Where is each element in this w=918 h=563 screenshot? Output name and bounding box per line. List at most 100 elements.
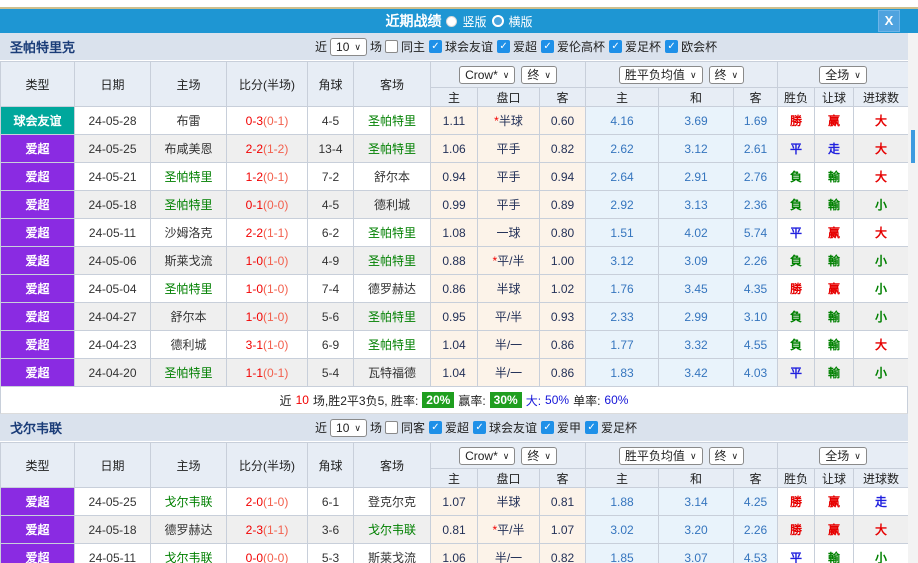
league-filter-checkbox[interactable]: ✓ (541, 40, 554, 53)
away-odds: 0.89 (540, 191, 586, 219)
odds-time-select[interactable]: 终∨ (521, 447, 557, 465)
chevron-down-icon: ∨ (544, 449, 551, 463)
section-header-team1: 圣帕特里克 近 10∨ 场 同主 ✓球会友谊✓爱超✓爱伦高杯✓爱足杯✓欧会杯 (0, 33, 918, 61)
away-team: 舒尔本 (354, 163, 431, 191)
scope-select[interactable]: 全场∨ (819, 447, 867, 465)
col-goals: 进球数 (854, 88, 909, 107)
col-handicap: 让球 (815, 469, 854, 488)
close-button[interactable]: X (878, 10, 900, 32)
col-mean-draw: 和 (659, 469, 734, 488)
wdl-mean-select[interactable]: 胜平负均值∨ (619, 447, 703, 465)
handicap-flag: 輸 (815, 359, 854, 387)
league-badge: 爱超 (1, 516, 75, 544)
match-row: 爱超 24-05-11 戈尔韦联 0-0(0-0) 5-3 斯莱戈流 1.06 … (1, 544, 909, 563)
mean-away-odds: 2.36 (734, 191, 778, 219)
league-filter-checkbox[interactable]: ✓ (541, 421, 554, 434)
league-filter-group: ✓爱超✓球会友谊✓爱甲✓爱足杯 (429, 419, 638, 436)
same-home-checkbox[interactable] (385, 40, 398, 53)
col-odds-away: 客 (540, 469, 586, 488)
league-filter-checkbox[interactable]: ✓ (609, 40, 622, 53)
handicap-flag: 輸 (815, 163, 854, 191)
result-flag: 勝 (778, 275, 815, 303)
scrollbar-thumb[interactable] (911, 130, 915, 163)
wdl-mean-select[interactable]: 胜平负均值∨ (619, 66, 703, 84)
corner-score: 3-6 (308, 516, 354, 544)
league-badge: 爱超 (1, 219, 75, 247)
mean-away-odds: 2.76 (734, 163, 778, 191)
horizontal-layout-radio[interactable] (492, 15, 504, 27)
away-odds: 1.00 (540, 247, 586, 275)
mean-away-odds: 4.03 (734, 359, 778, 387)
league-filter-checkbox[interactable]: ✓ (585, 421, 598, 434)
result-flag: 負 (778, 247, 815, 275)
mean-away-odds: 1.69 (734, 107, 778, 135)
odds-group-header: Crow*∨ 终∨ (431, 443, 586, 469)
col-home: 主场 (151, 62, 227, 107)
odds-company-select[interactable]: Crow*∨ (459, 66, 515, 84)
halftime-score: (1-0) (263, 495, 288, 509)
wdl-time-select[interactable]: 终∨ (709, 447, 745, 465)
match-date: 24-05-18 (75, 191, 151, 219)
col-away: 客场 (354, 62, 431, 107)
league-filter-checkbox[interactable]: ✓ (429, 40, 442, 53)
handicap-flag: 走 (815, 135, 854, 163)
mean-away-odds: 4.53 (734, 544, 778, 563)
league-filter-checkbox[interactable]: ✓ (473, 421, 486, 434)
fulltime-score: 2-2 (246, 142, 263, 156)
near-label: 近 (315, 419, 327, 436)
col-score: 比分(半场) (227, 62, 308, 107)
chevron-down-icon: ∨ (732, 449, 739, 463)
match-date: 24-05-21 (75, 163, 151, 191)
match-date: 24-04-20 (75, 359, 151, 387)
wdl-time-select[interactable]: 终∨ (709, 66, 745, 84)
match-count-select[interactable]: 10∨ (330, 38, 367, 56)
mean-draw-odds: 3.09 (659, 247, 734, 275)
match-row: 爱超 24-05-04 圣帕特里 1-0(1-0) 7-4 德罗赫达 0.86 … (1, 275, 909, 303)
league-badge: 球会友谊 (1, 107, 75, 135)
mean-home-odds: 1.85 (586, 544, 659, 563)
away-team: 圣帕特里 (354, 107, 431, 135)
away-odds: 1.02 (540, 275, 586, 303)
home-team: 斯莱戈流 (151, 247, 227, 275)
team2-name: 戈尔韦联 (0, 418, 315, 437)
col-home: 主场 (151, 443, 227, 488)
corner-score: 7-2 (308, 163, 354, 191)
home-team: 圣帕特里 (151, 163, 227, 191)
away-team: 斯莱戈流 (354, 544, 431, 563)
corner-score: 4-5 (308, 107, 354, 135)
goals-flag: 大 (854, 163, 909, 191)
corner-score: 4-5 (308, 191, 354, 219)
score-cell: 3-1(1-0) (227, 331, 308, 359)
halftime-score: (1-0) (263, 254, 288, 268)
handicap-line: 一球 (478, 219, 540, 247)
league-badge: 爱超 (1, 247, 75, 275)
odds-company-select[interactable]: Crow*∨ (459, 447, 515, 465)
same-away-checkbox[interactable] (385, 421, 398, 434)
league-filter-checkbox[interactable]: ✓ (497, 40, 510, 53)
league-filter-label: 爱足杯 (601, 419, 637, 436)
league-filter-label: 爱甲 (557, 419, 581, 436)
section-header-team2: 戈尔韦联 近 10∨ 场 同客 ✓爱超✓球会友谊✓爱甲✓爱足杯 (0, 414, 918, 442)
vertical-layout-radio[interactable] (446, 16, 457, 27)
match-count-select[interactable]: 10∨ (330, 419, 367, 437)
team1-summary: 近10场,胜2平3负5, 胜率: 20% 赢率: 30% 大:50% 单率:60… (0, 387, 908, 414)
scope-select[interactable]: 全场∨ (819, 66, 867, 84)
away-odds: 0.93 (540, 303, 586, 331)
mean-home-odds: 1.88 (586, 488, 659, 516)
mean-away-odds: 2.61 (734, 135, 778, 163)
mean-away-odds: 4.35 (734, 275, 778, 303)
league-filter-checkbox[interactable]: ✓ (665, 40, 678, 53)
halftime-score: (1-1) (263, 226, 288, 240)
league-filter-checkbox[interactable]: ✓ (429, 421, 442, 434)
match-row: 爱超 24-04-20 圣帕特里 1-1(0-1) 5-4 瓦特福德 1.04 … (1, 359, 909, 387)
home-odds: 0.81 (431, 516, 478, 544)
away-odds: 0.81 (540, 488, 586, 516)
away-odds: 1.07 (540, 516, 586, 544)
home-team: 圣帕特里 (151, 359, 227, 387)
corner-score: 6-9 (308, 331, 354, 359)
odds-time-select[interactable]: 终∨ (521, 66, 557, 84)
halftime-score: (0-1) (263, 366, 288, 380)
col-odds-away: 客 (540, 88, 586, 107)
league-filter-group: ✓球会友谊✓爱超✓爱伦高杯✓爱足杯✓欧会杯 (429, 38, 718, 55)
result-flag: 平 (778, 544, 815, 563)
